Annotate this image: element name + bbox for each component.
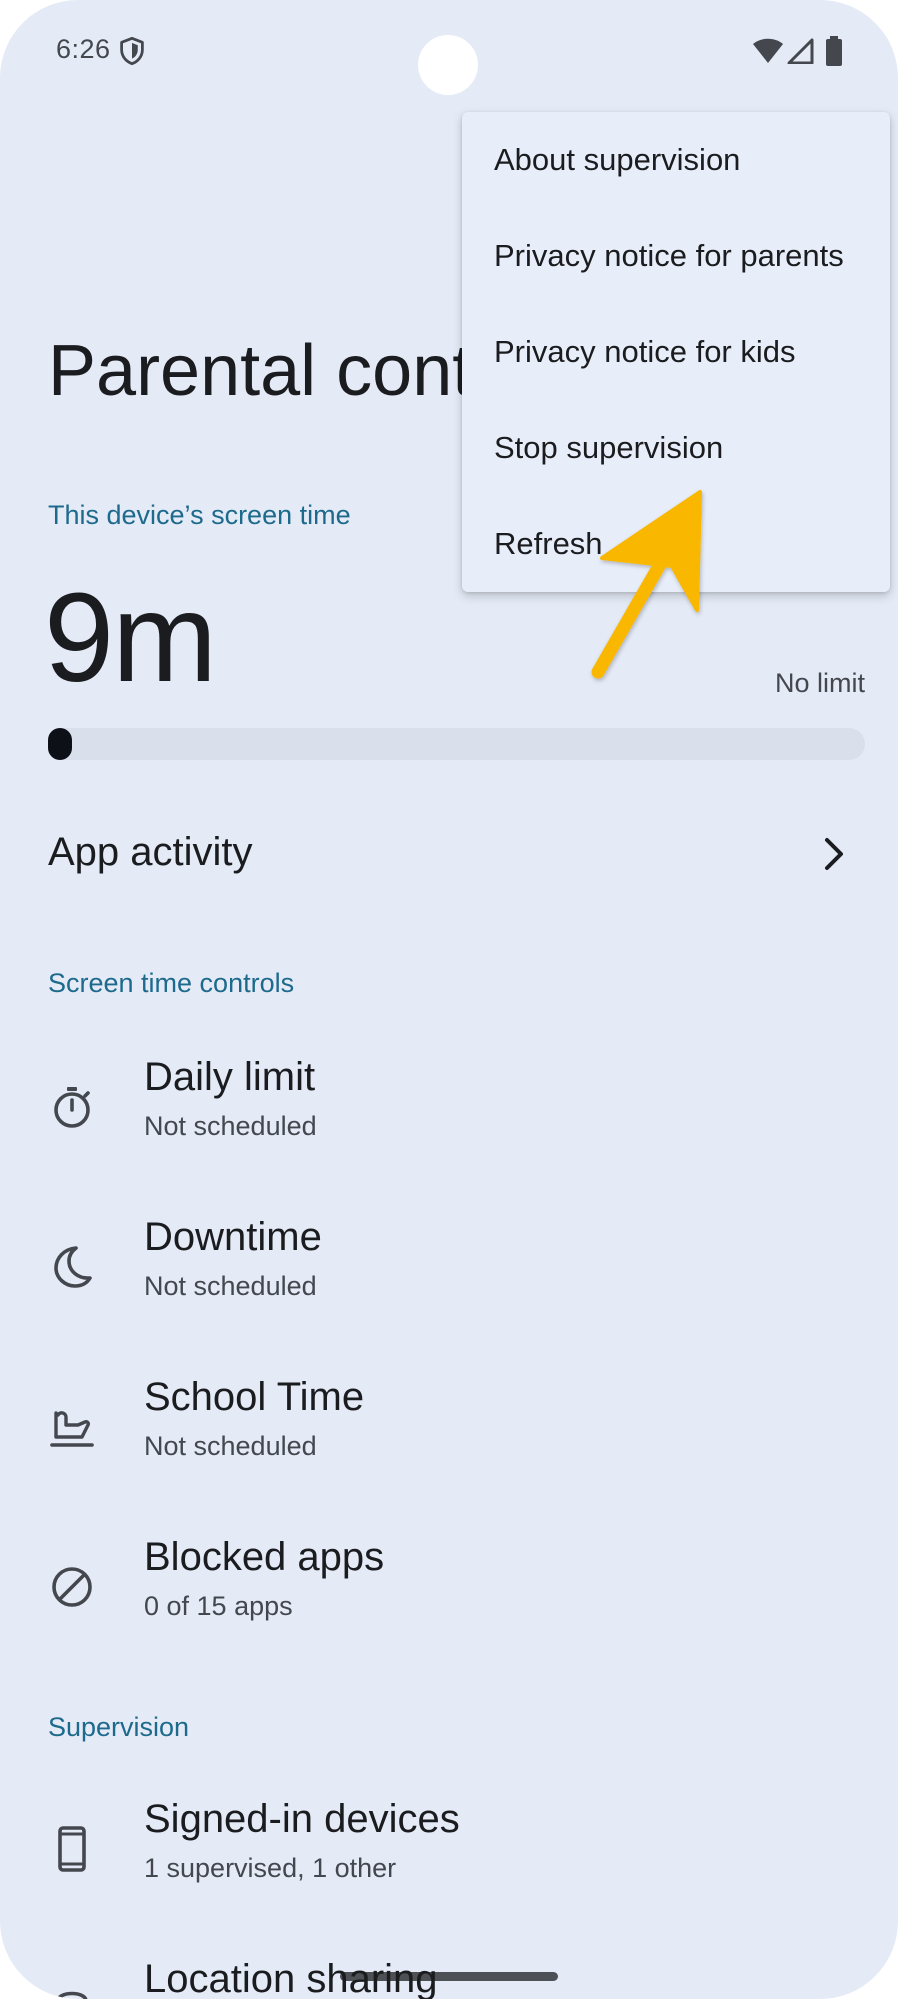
menu-item-privacy-notice-kids[interactable]: Privacy notice for kids xyxy=(462,304,890,400)
school-desk-icon xyxy=(50,1411,94,1447)
overflow-menu: About supervision Privacy notice for par… xyxy=(462,112,890,592)
daily-limit-status: Not scheduled xyxy=(144,1111,317,1141)
school-time-item[interactable]: School Time Not scheduled xyxy=(0,1375,898,1505)
camera-cutout xyxy=(418,35,478,95)
daily-limit-title: Daily limit xyxy=(144,1055,316,1099)
menu-item-refresh[interactable]: Refresh xyxy=(462,496,890,592)
menu-item-label: Privacy notice for parents xyxy=(494,238,844,273)
signed-in-devices-item[interactable]: Signed-in devices 1 supervised, 1 other xyxy=(0,1797,898,1927)
phone-screen: 6:26 Parental cont This device’s screen … xyxy=(0,0,898,1999)
signed-in-devices-title: Signed-in devices xyxy=(144,1797,460,1841)
chevron-right-icon xyxy=(825,838,843,870)
screen-time-value: 9m xyxy=(44,567,217,708)
school-time-status: Not scheduled xyxy=(144,1431,317,1461)
blocked-apps-item[interactable]: Blocked apps 0 of 15 apps xyxy=(0,1535,898,1665)
timer-icon xyxy=(54,1087,90,1128)
daily-limit-item[interactable]: Daily limit Not scheduled xyxy=(0,1055,898,1185)
status-bar: 6:26 xyxy=(0,0,898,104)
screen-time-controls-label: Screen time controls xyxy=(48,968,295,998)
shield-icon xyxy=(120,36,144,66)
phone-icon xyxy=(58,1826,86,1872)
location-icon xyxy=(56,1991,88,1999)
downtime-item[interactable]: Downtime Not scheduled xyxy=(0,1215,898,1345)
gesture-navigation-handle[interactable] xyxy=(340,1972,558,1981)
app-activity-label: App activity xyxy=(48,830,253,874)
moon-icon xyxy=(54,1246,92,1288)
screen-time-section-label: This device’s screen time xyxy=(48,500,351,530)
blocked-apps-title: Blocked apps xyxy=(144,1535,385,1579)
downtime-title: Downtime xyxy=(144,1215,322,1259)
school-time-title: School Time xyxy=(144,1375,365,1419)
screen-time-progress-fill xyxy=(48,728,72,760)
menu-item-about-supervision[interactable]: About supervision xyxy=(462,112,890,208)
signal-icon xyxy=(787,38,814,64)
screen-time-progress xyxy=(48,728,865,760)
status-time: 6:26 xyxy=(56,34,111,64)
menu-item-stop-supervision[interactable]: Stop supervision xyxy=(462,400,890,496)
menu-item-label: Stop supervision xyxy=(494,430,724,465)
downtime-status: Not scheduled xyxy=(144,1271,317,1301)
blocked-apps-count: 0 of 15 apps xyxy=(144,1591,293,1621)
battery-icon xyxy=(826,36,842,66)
menu-item-label: Privacy notice for kids xyxy=(494,334,796,369)
wifi-icon xyxy=(753,38,783,63)
app-activity-row[interactable]: App activity xyxy=(0,810,898,898)
signed-in-devices-status: 1 supervised, 1 other xyxy=(144,1853,397,1883)
menu-item-privacy-notice-parents[interactable]: Privacy notice for parents xyxy=(462,208,890,304)
screen-time-limit: No limit xyxy=(774,668,865,698)
menu-item-label: About supervision xyxy=(494,142,741,177)
block-icon xyxy=(52,1567,92,1607)
menu-item-label: Refresh xyxy=(494,526,603,561)
supervision-section-label: Supervision xyxy=(48,1712,190,1742)
page-title: Parental cont xyxy=(48,331,473,411)
